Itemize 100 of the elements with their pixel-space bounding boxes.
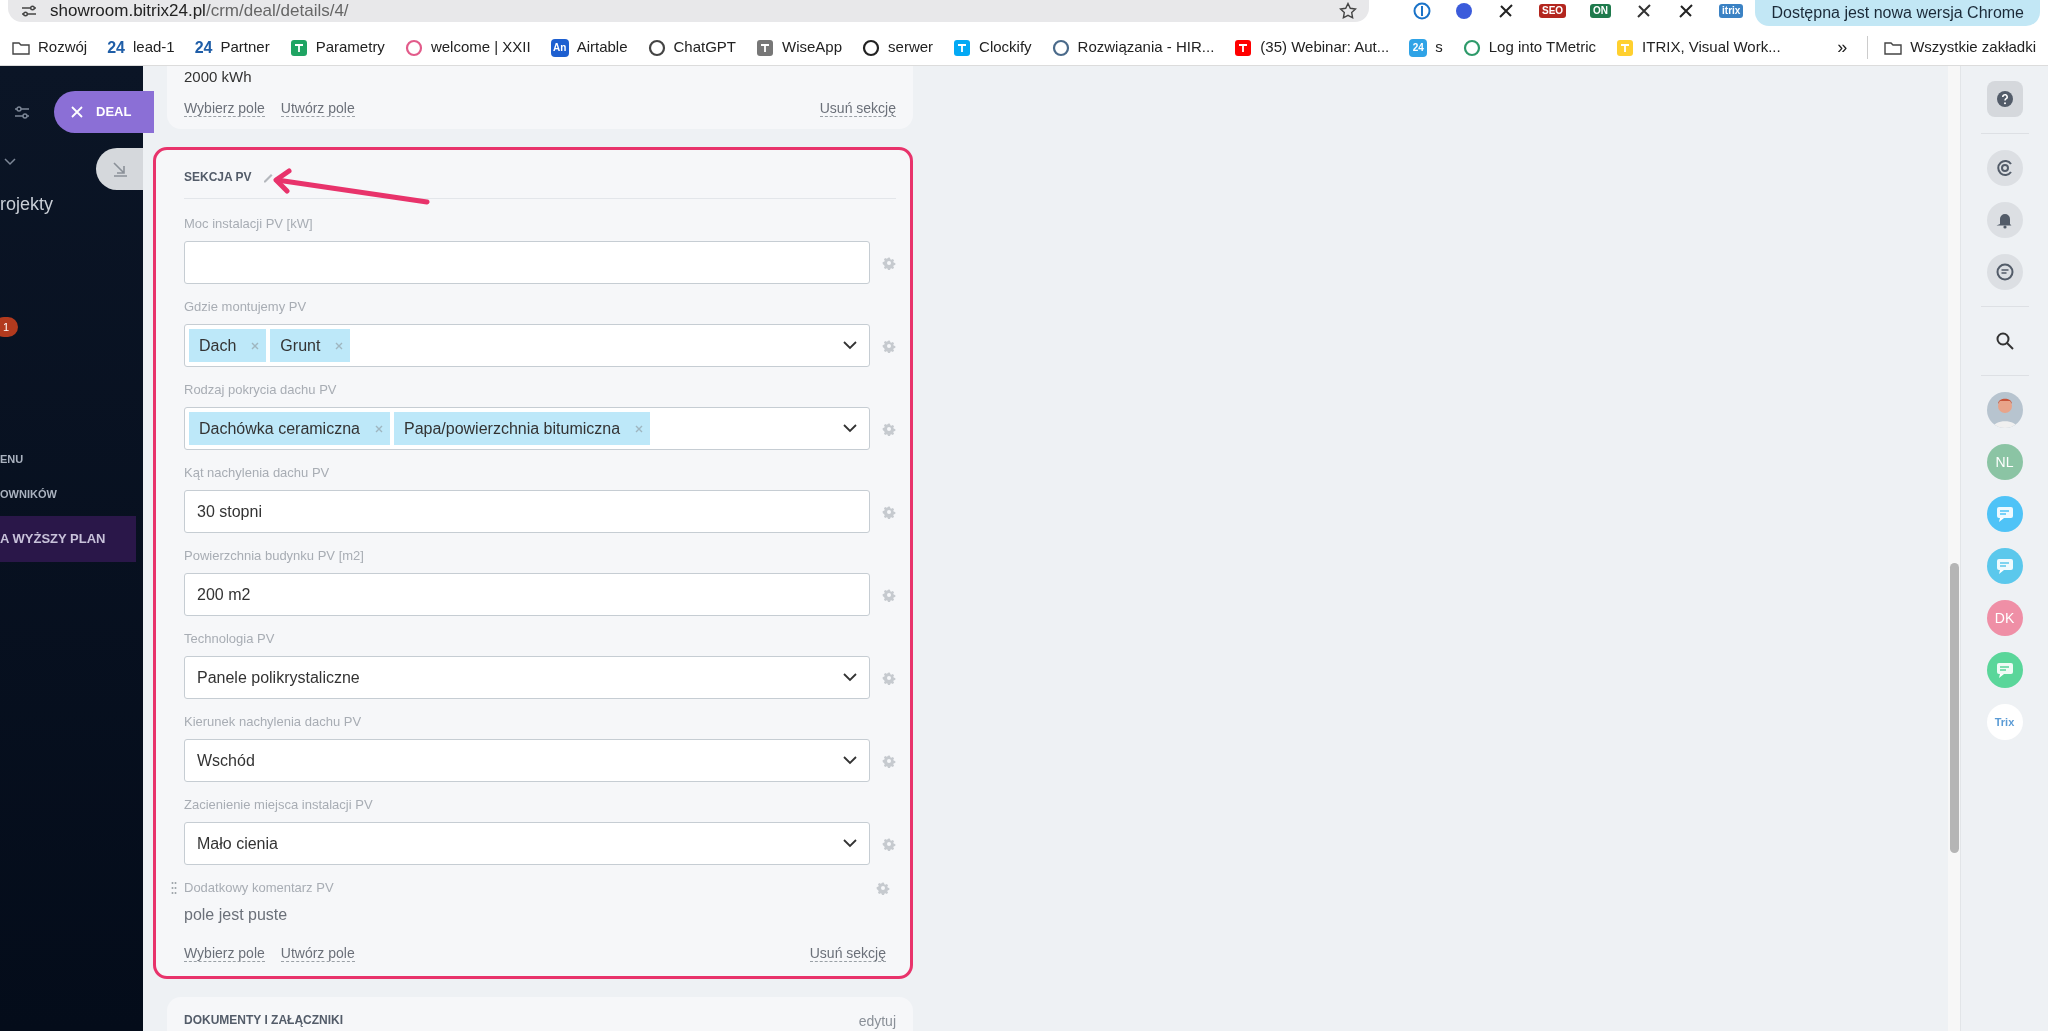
chat-icon (1994, 262, 2015, 282)
bookmark[interactable]: 24 lead-1 (107, 35, 175, 60)
select-field[interactable]: Mało cienia (184, 822, 870, 865)
collapse-button[interactable] (96, 148, 143, 190)
chevron-down-icon (843, 424, 857, 433)
bookmark[interactable]: serwer (862, 36, 934, 59)
arrow-down-right-icon (110, 160, 129, 178)
remove-icon[interactable] (250, 340, 261, 351)
chat-icon (1994, 505, 2015, 523)
copilot-button[interactable] (1986, 150, 2023, 186)
field-link[interactable]: Wybierz pole (184, 100, 265, 117)
site-settings-icon[interactable] (20, 4, 38, 18)
field-label: Moc instalacji PV [kW] (184, 215, 313, 233)
bookmark[interactable]: Rozwiązania - HIR... (1051, 36, 1215, 59)
bookmark[interactable]: An Airtable (550, 36, 628, 59)
logo-icon: 24 (107, 35, 125, 60)
field-label: Rodzaj pokrycia dachu PV (184, 381, 337, 399)
chevron-down-icon[interactable] (4, 158, 16, 166)
bookmark[interactable]: Rozwój (12, 36, 88, 59)
field-label: Zacienienie miejsca instalacji PV (184, 796, 373, 814)
address-bar[interactable]: showroom.bitrix24.pl/crm/deal/details/4/ (8, 0, 1369, 22)
update-chrome-button[interactable]: Dostępna jest nowa wersja Chrome (1755, 0, 2040, 26)
extension-icon[interactable] (1677, 2, 1696, 20)
more-bookmarks-button[interactable]: » (1837, 34, 1848, 61)
chevron-down-icon (843, 673, 857, 682)
extension-badge[interactable]: itrix (1719, 4, 1744, 18)
drag-handle-icon[interactable] (171, 881, 177, 895)
bookmark[interactable]: WiseApp (756, 36, 843, 59)
settings-icon[interactable] (882, 504, 896, 519)
url-text: showroom.bitrix24.pl/crm/deal/details/4/ (50, 0, 350, 23)
field-link[interactable]: Wybierz pole (184, 945, 265, 962)
settings-icon[interactable] (876, 881, 890, 895)
extension-badge[interactable]: ON (1590, 4, 1612, 18)
chevron-down-icon (843, 756, 857, 765)
extension-icon[interactable] (1635, 2, 1654, 20)
logo-icon: 24 (194, 35, 213, 60)
bookmark[interactable]: Log into TMetric (1462, 36, 1597, 59)
bookmark[interactable]: Clockify (953, 36, 1032, 59)
settings-icon[interactable] (882, 255, 896, 270)
bookmark[interactable]: 24 s (1409, 36, 1443, 59)
field-link[interactable]: Utwórz pole (280, 945, 355, 962)
select-field[interactable]: Wschód (184, 739, 870, 782)
app-icon[interactable] (1986, 496, 2023, 532)
chat-button[interactable] (1986, 254, 2023, 290)
delete-section-link[interactable]: Usuń sekcję (819, 100, 896, 117)
field-label: Kąt nachylenia dachu PV (184, 464, 330, 482)
chevron-down-icon (843, 839, 857, 848)
app-icon[interactable] (1986, 548, 2023, 584)
field-label: Powierzchnia budynku PV [m2] (184, 547, 364, 565)
avatar[interactable] (1986, 392, 2023, 428)
bookmark[interactable]: (35) Webinar: Aut... (1234, 36, 1390, 59)
settings-icon[interactable] (882, 338, 896, 353)
all-bookmarks-folder[interactable]: Wszystkie zakładki (1867, 36, 2036, 59)
input-field[interactable]: 30 stopni (184, 490, 870, 533)
input-field[interactable] (184, 241, 870, 284)
field-label: Gdzie montujemy PV (184, 298, 307, 316)
chat-icon (1994, 661, 2015, 679)
bookmark[interactable]: welcome | XXII (404, 36, 531, 59)
upgrade-plan-button[interactable]: A WYŻSZY PLAN (0, 516, 136, 562)
search-icon (1994, 331, 2015, 351)
sidebar-item[interactable]: ENU (0, 451, 24, 468)
settings-icon[interactable] (882, 421, 896, 436)
field-link[interactable]: Utwórz pole (280, 100, 355, 117)
scrollbar-thumb[interactable] (1949, 563, 1959, 853)
bookmark[interactable]: 24 Partner (194, 35, 270, 60)
sidebar-item[interactable]: OWNIKÓW (0, 486, 57, 503)
select-field[interactable]: Dachówka ceramiczna Papa/powierzchnia bitumiczna (184, 407, 870, 450)
pencil-icon[interactable] (261, 171, 274, 183)
select-field[interactable]: Panele polikrystaliczne (184, 656, 870, 699)
delete-section-link[interactable]: Usuń sekcję (809, 945, 886, 962)
bookmark[interactable]: ITRIX, Visual Work... (1616, 36, 1781, 59)
extension-badge[interactable]: SEO (1538, 4, 1567, 18)
notifications-button[interactable] (1986, 202, 2023, 238)
tag: Dach (189, 329, 267, 362)
tag: Dachówka ceramiczna (189, 412, 390, 445)
settings-icon[interactable] (882, 836, 896, 851)
field-label: Dodatkowy komentarz PV (184, 879, 334, 897)
chat-icon (1994, 557, 2015, 575)
app-icon[interactable] (1986, 652, 2023, 688)
folder-icon (12, 40, 30, 55)
input-field[interactable]: 200 m2 (184, 573, 870, 616)
select-field[interactable]: Dach Grunt (184, 324, 870, 367)
settings-icon[interactable] (882, 753, 896, 768)
swirl-icon (1994, 158, 2015, 178)
filter-icon[interactable] (14, 106, 30, 120)
field-value: 2000 kWh (184, 68, 253, 86)
settings-icon[interactable] (882, 670, 896, 685)
remove-icon[interactable] (373, 423, 384, 434)
logo-icon: An (550, 38, 569, 57)
star-icon[interactable] (1338, 2, 1357, 20)
deal-tab-button[interactable]: DEAL (54, 91, 154, 133)
sidebar-item[interactable]: rojekty (0, 191, 53, 218)
remove-icon[interactable] (634, 423, 645, 434)
help-button[interactable] (1986, 81, 2023, 117)
bookmark[interactable]: ChatGPT (647, 36, 737, 59)
settings-icon[interactable] (882, 587, 896, 602)
remove-icon[interactable] (334, 340, 345, 351)
bookmark[interactable]: Parametry (289, 36, 385, 59)
section-title: DOKUMENTY I ZAŁĄCZNIKI (184, 1012, 344, 1029)
help-icon (1995, 90, 2014, 108)
